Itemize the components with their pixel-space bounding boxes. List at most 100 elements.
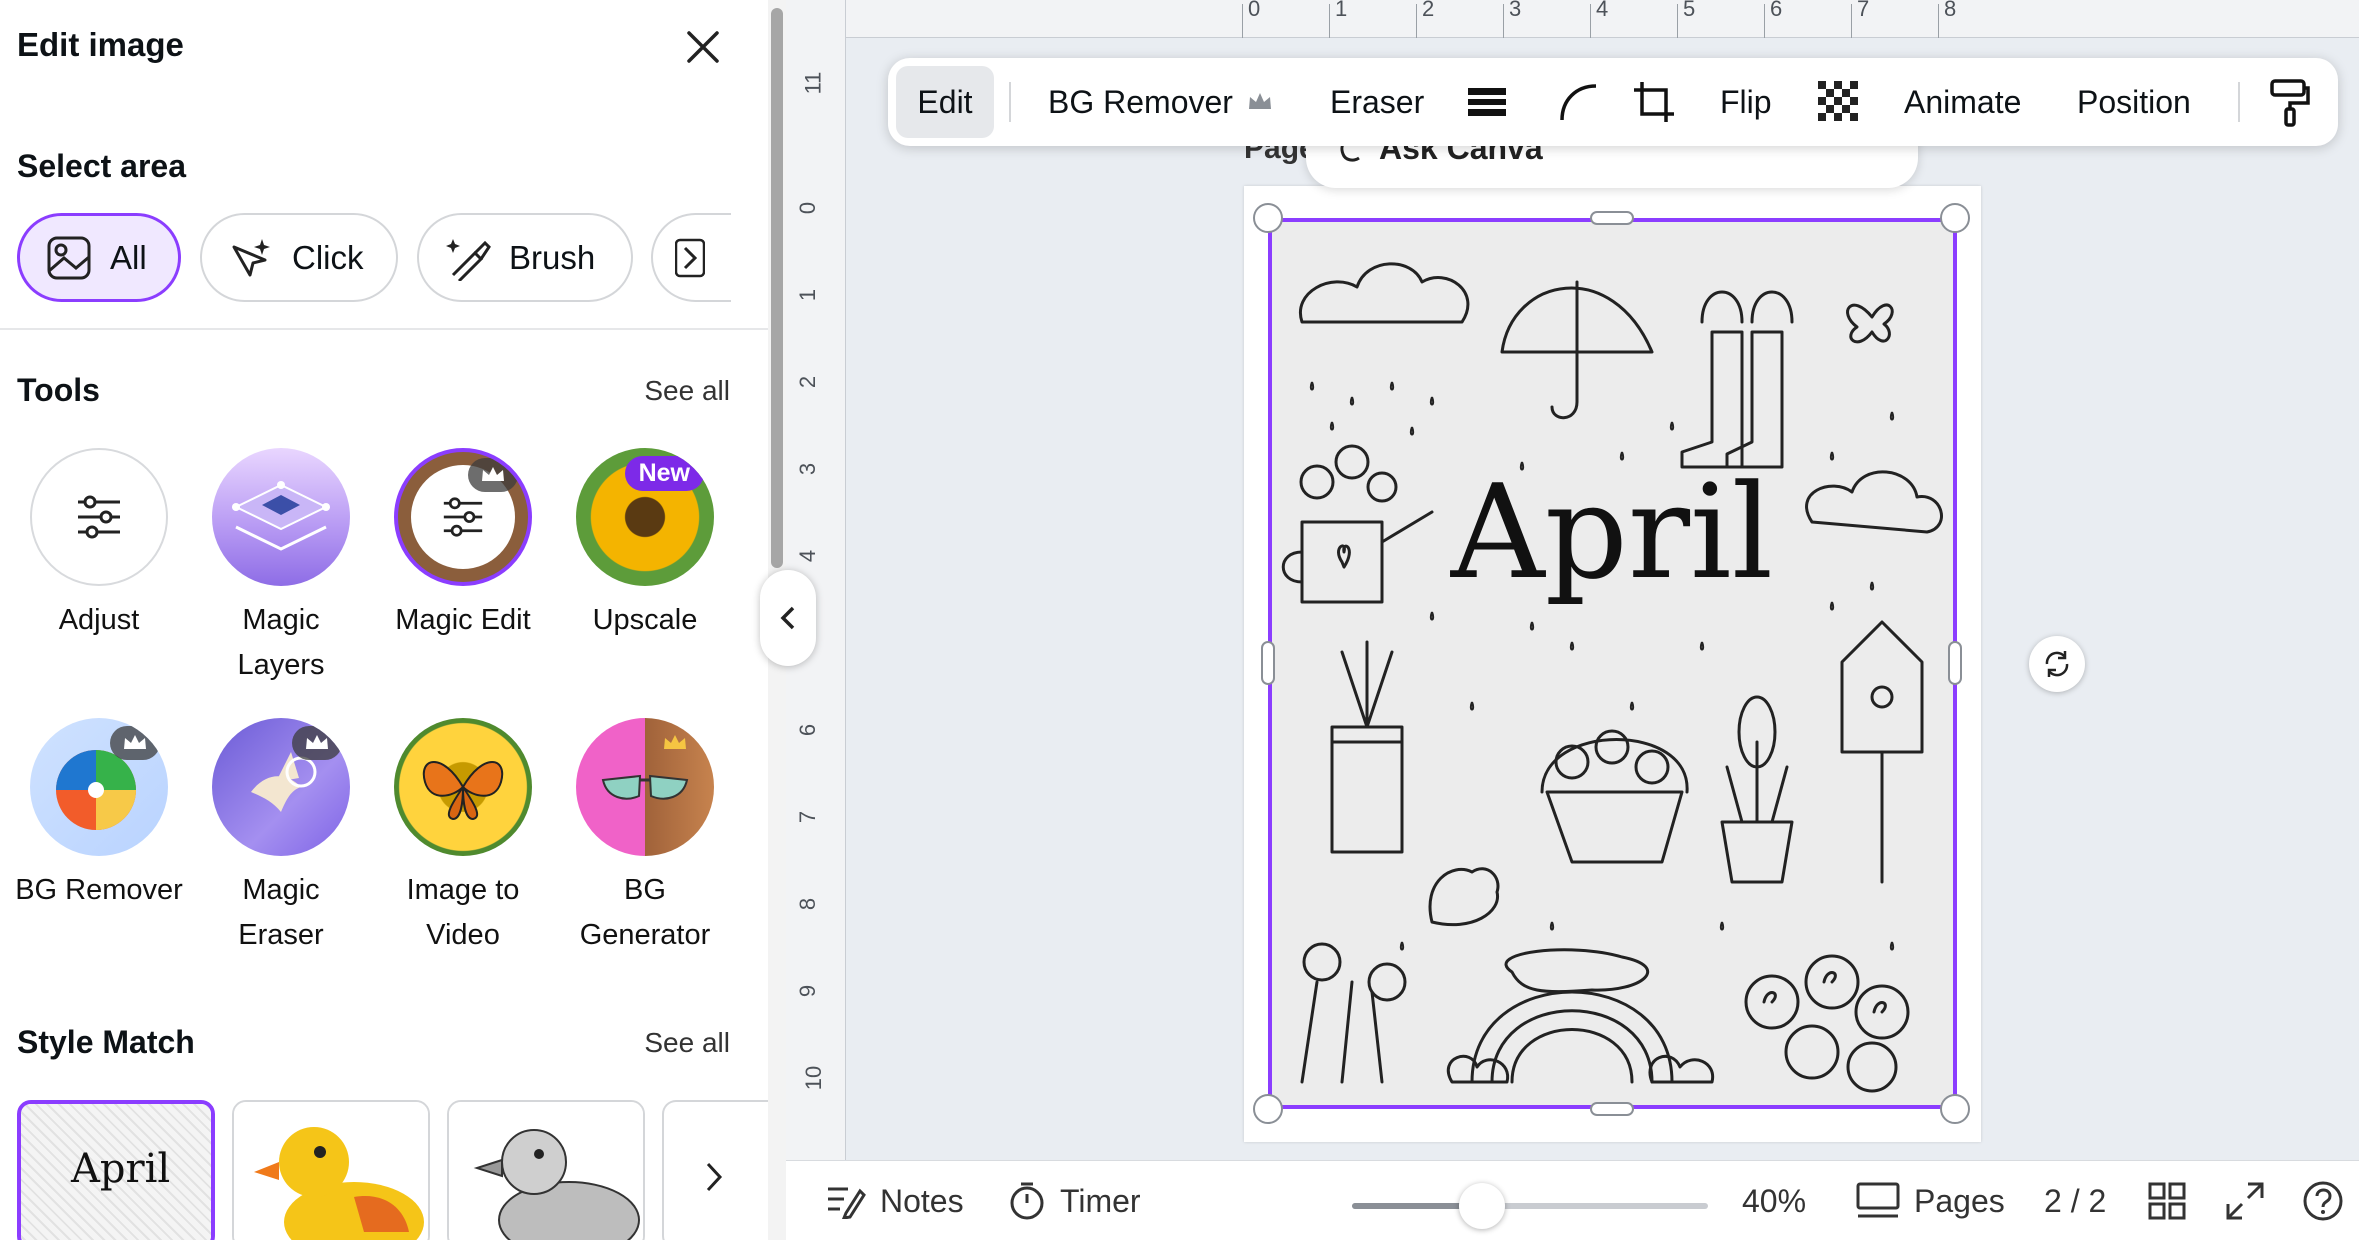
sunglasses-icon bbox=[601, 774, 689, 800]
yellow-duck-thumbnail bbox=[234, 1102, 428, 1240]
fullscreen-button[interactable] bbox=[2226, 1161, 2264, 1240]
resize-handle-top[interactable] bbox=[1590, 211, 1634, 225]
tool-label: BG Remover bbox=[15, 874, 183, 906]
select-more-button[interactable] bbox=[651, 213, 731, 302]
panel-title: Edit image bbox=[17, 26, 184, 63]
ruler-left-number: 9 bbox=[795, 984, 821, 998]
chevron-left-icon bbox=[780, 606, 795, 630]
copy-style-button[interactable] bbox=[2268, 58, 2312, 146]
bg-remover-button[interactable]: BG Remover bbox=[1048, 58, 1273, 146]
select-click-label: Click bbox=[292, 238, 364, 276]
style-card-sketched-duck[interactable] bbox=[447, 1100, 645, 1240]
tool-label: Magic Eraser bbox=[238, 874, 324, 951]
tool-label: Magic Edit bbox=[395, 604, 531, 636]
style-card-next[interactable] bbox=[662, 1100, 768, 1240]
ruler-left-number: 11 bbox=[800, 71, 826, 95]
grid-view-button[interactable] bbox=[2148, 1161, 2186, 1240]
notes-button[interactable]: Notes bbox=[826, 1161, 964, 1240]
zoom-slider-thumb[interactable] bbox=[1459, 1183, 1505, 1229]
tool-bg-remover[interactable]: BG Remover bbox=[8, 718, 190, 913]
ruler-left-number: 0 bbox=[795, 201, 821, 215]
close-icon bbox=[687, 31, 719, 63]
april-coloring-page-image[interactable]: April bbox=[1268, 218, 1957, 1109]
position-label: Position bbox=[2077, 83, 2191, 120]
help-button[interactable] bbox=[2302, 1161, 2344, 1240]
notes-icon bbox=[828, 1187, 866, 1219]
pages-label: Pages bbox=[1914, 1182, 2005, 1219]
tool-magic-eraser[interactable]: Magic Eraser bbox=[190, 718, 372, 958]
resize-handle-left[interactable] bbox=[1261, 641, 1275, 685]
crop-icon bbox=[1634, 82, 1674, 122]
resize-handle-bottom[interactable] bbox=[1590, 1102, 1634, 1116]
ruler-tick bbox=[1242, 4, 1243, 38]
eraser-label: Eraser bbox=[1330, 83, 1425, 120]
ruler-top-number: 2 bbox=[1422, 0, 1435, 21]
ruler-tick bbox=[1677, 4, 1678, 38]
sliders-icon bbox=[78, 495, 120, 539]
resize-handle-top-right[interactable] bbox=[1940, 203, 1970, 233]
crown-icon bbox=[292, 726, 342, 760]
toolbar-divider bbox=[1009, 82, 1011, 122]
tool-label: Image to Video bbox=[406, 874, 520, 951]
style-card-yellow-duck[interactable] bbox=[232, 1100, 430, 1240]
resize-handle-top-left[interactable] bbox=[1253, 203, 1283, 233]
resize-handle-right[interactable] bbox=[1948, 641, 1962, 685]
paint-roller-icon bbox=[2270, 79, 2310, 127]
pages-button[interactable]: Pages bbox=[1856, 1161, 2005, 1240]
flip-label: Flip bbox=[1720, 83, 1772, 120]
april-coloring-page-thumbnail: April bbox=[71, 1146, 171, 1192]
tool-magic-layers[interactable]: Magic Layers bbox=[190, 448, 372, 688]
timer-label: Timer bbox=[1060, 1182, 1141, 1219]
ruler-top-number: 6 bbox=[1770, 0, 1783, 21]
tool-adjust[interactable]: Adjust bbox=[8, 448, 190, 643]
tool-label: Upscale bbox=[592, 604, 698, 636]
border-style-button[interactable] bbox=[1466, 58, 1508, 146]
tool-image-to-video[interactable]: Image to Video bbox=[372, 718, 554, 958]
select-click-button[interactable]: Click bbox=[200, 213, 398, 302]
select-brush-label: Brush bbox=[509, 238, 596, 276]
tool-magic-edit[interactable]: Magic Edit bbox=[372, 448, 554, 643]
panel-scrollbar-thumb[interactable] bbox=[771, 8, 783, 568]
flip-button[interactable]: Flip bbox=[1720, 58, 1772, 146]
transparency-button[interactable] bbox=[1816, 58, 1862, 146]
sketched-duck-thumbnail bbox=[449, 1102, 643, 1240]
select-all-button[interactable]: All bbox=[17, 213, 181, 302]
collapse-panel-button[interactable] bbox=[760, 570, 816, 666]
zoom-slider-track[interactable] bbox=[1352, 1203, 1708, 1209]
crown-icon bbox=[468, 458, 518, 492]
tool-label: Magic Layers bbox=[237, 604, 325, 681]
edit-button[interactable]: Edit bbox=[896, 66, 994, 138]
ruler-top-number: 0 bbox=[1248, 0, 1261, 21]
crop-button[interactable] bbox=[1632, 58, 1676, 146]
editor-footer: Notes Timer 40% Pages 2 / 2 bbox=[786, 1160, 2359, 1240]
line-weight-icon bbox=[1468, 88, 1506, 116]
corner-rounding-button[interactable] bbox=[1558, 58, 1598, 146]
eraser-button[interactable]: Eraser bbox=[1330, 58, 1424, 146]
animate-button[interactable]: Animate bbox=[1904, 58, 2021, 146]
style-card-april[interactable]: April bbox=[17, 1100, 215, 1240]
resize-handle-bottom-right[interactable] bbox=[1940, 1094, 1970, 1124]
select-brush-button[interactable]: Brush bbox=[417, 213, 633, 302]
ruler-tick bbox=[1590, 4, 1591, 38]
tool-upscale[interactable]: New Upscale bbox=[554, 448, 736, 643]
timer-button[interactable]: Timer bbox=[1008, 1161, 1141, 1240]
ruler-top-number: 5 bbox=[1683, 0, 1696, 21]
ruler-left-number: 10 bbox=[801, 1065, 827, 1091]
corner-radius-icon bbox=[1560, 84, 1597, 121]
notes-label: Notes bbox=[880, 1182, 964, 1219]
zoom-percent[interactable]: 40% bbox=[1742, 1161, 1806, 1240]
edit-image-panel: Edit image Select area All Click Brush T… bbox=[0, 0, 768, 1240]
ruler-tick bbox=[1938, 4, 1939, 38]
ruler-tick bbox=[1416, 4, 1417, 38]
tool-bg-generator[interactable]: BG Generator bbox=[554, 718, 736, 958]
close-button[interactable] bbox=[678, 22, 728, 72]
style-match-see-all-link[interactable]: See all bbox=[644, 1027, 730, 1059]
ruler-left-number: 6 bbox=[795, 723, 821, 737]
help-icon bbox=[2303, 1181, 2343, 1221]
resize-handle-bottom-left[interactable] bbox=[1253, 1094, 1283, 1124]
select-all-label: All bbox=[110, 238, 147, 276]
tools-see-all-link[interactable]: See all bbox=[644, 375, 730, 407]
rotate-button[interactable] bbox=[2029, 636, 2085, 692]
expand-icon bbox=[2226, 1182, 2264, 1220]
position-button[interactable]: Position bbox=[2077, 58, 2191, 146]
